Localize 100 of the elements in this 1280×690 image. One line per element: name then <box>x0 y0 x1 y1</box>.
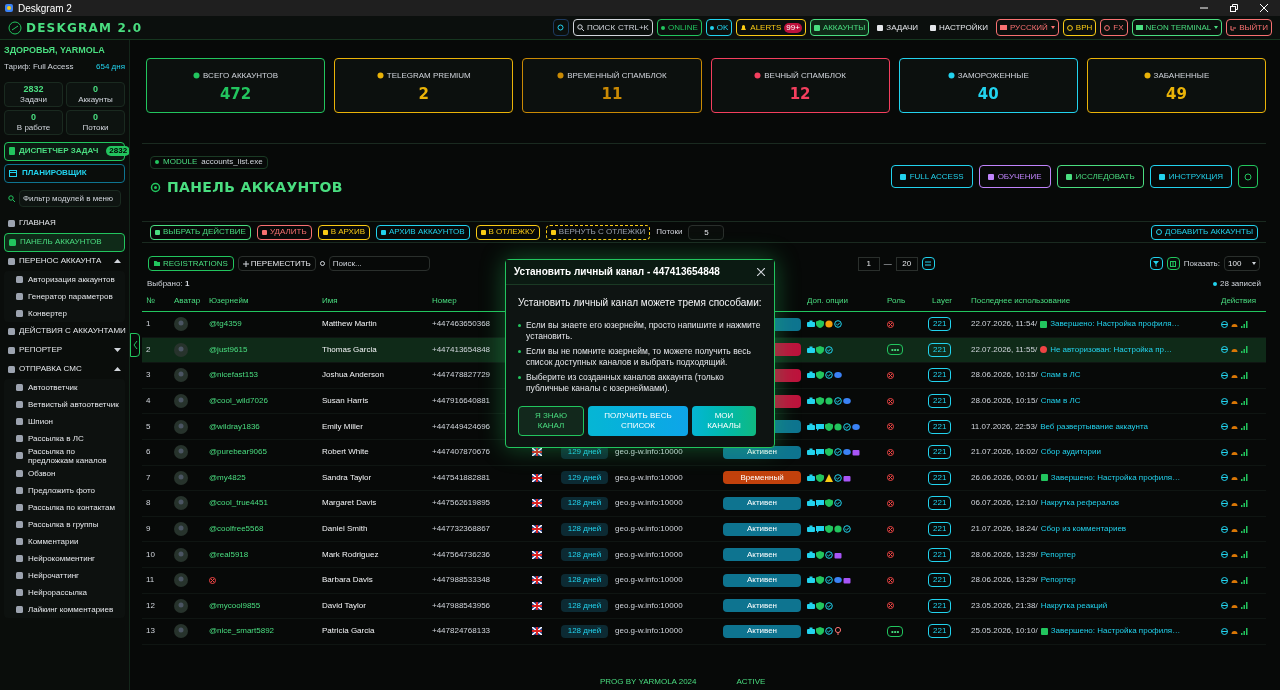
status-badge: Активен <box>723 548 801 562</box>
timestamp: 28.06.2026, 13:29/ <box>971 574 1038 587</box>
proxy-address: geo.g-w.info:10000 <box>614 523 684 536</box>
module-tag: MODULE <box>163 156 198 168</box>
row-number: 9 <box>145 523 152 536</box>
window-title: Deskgram 2 <box>18 1 73 16</box>
page-title: ПАНЕЛЬ АККАУНТОВ <box>167 177 343 197</box>
modal-title: Установить личный канал - 447413654848 <box>514 265 720 279</box>
role-badge: ••• <box>887 625 904 637</box>
phone-number: +447541882881 <box>432 471 491 484</box>
days-badge: 128 дней <box>561 522 608 536</box>
task-name: Сбор из комментариев <box>1040 523 1127 536</box>
row-number: 6 <box>145 446 152 459</box>
timestamp: 22.07.2026, 11:55/ <box>971 343 1038 356</box>
count-badge: 99+ <box>784 22 802 33</box>
count-badge: 2832 <box>106 146 129 156</box>
status-badge: Активен <box>723 522 801 536</box>
timestamp: 26.06.2026, 00:01/ <box>971 471 1038 484</box>
stat-label: ВЕЧНЫЙ СПАМБЛОК <box>764 69 846 82</box>
days-badge: 129 дней <box>561 471 608 485</box>
phone-number: +447407870676 <box>432 446 491 459</box>
phone-number: +447564736236 <box>432 548 491 561</box>
account-name: Thomas Garcia <box>321 343 378 356</box>
range-separator: — <box>883 257 892 270</box>
row-number: 3 <box>145 369 152 382</box>
account-name: Emily Miller <box>321 420 364 433</box>
status-badge: Активен <box>723 624 801 638</box>
layer-badge: 221 <box>928 470 952 485</box>
stat-label: В работе <box>16 123 51 132</box>
timestamp: 21.07.2026, 18:24/ <box>971 523 1038 536</box>
row-number: 10 <box>145 548 156 561</box>
threads-label: Потоки <box>656 226 683 238</box>
row-number: 13 <box>145 625 156 638</box>
phone-number: +447988543956 <box>432 599 491 612</box>
phone-number: +447824768133 <box>432 625 491 638</box>
days-badge: 128 дней <box>561 624 608 638</box>
account-name: Mark Rodriguez <box>321 548 380 561</box>
layer-badge: 221 <box>928 445 952 460</box>
module-file: accounts_list.exe <box>201 156 263 168</box>
status-badge: Активен <box>723 599 801 613</box>
stat-value: 0 <box>93 84 98 94</box>
app-logo: DESKGRAM 2.0 <box>26 19 143 37</box>
account-name: Margaret Davis <box>321 497 378 510</box>
task-name: Завершено: Настройка профиля… <box>1050 471 1181 484</box>
stat-value: 0 <box>93 112 98 122</box>
proxy-address: geo.g-w.info:10000 <box>614 471 684 484</box>
account-name: Matthew Martin <box>321 318 378 331</box>
account-name: Susan Harris <box>321 395 370 408</box>
task-name: Репортер <box>1040 548 1076 561</box>
modal-intro: Установить личный канал можете тремя способами: <box>518 295 762 310</box>
row-number: 7 <box>145 471 152 484</box>
stat-label: Потоки <box>82 123 109 132</box>
stat-value: 0 <box>31 112 36 122</box>
days-badge: 128 дней <box>561 599 608 613</box>
stat-value: 2 <box>418 86 429 102</box>
role-badge: ••• <box>887 344 904 356</box>
task-name: Спам в ЛС <box>1040 395 1081 408</box>
proxy-address: geo.g-w.info:10000 <box>614 548 684 561</box>
layer-badge: 221 <box>928 547 952 562</box>
timestamp: 21.07.2026, 16:02/ <box>971 446 1038 459</box>
stat-value: 49 <box>1166 86 1187 102</box>
status-pill: ONLINE <box>656 19 702 36</box>
account-name: Sandra Taylor <box>321 471 373 484</box>
stat-label: Аккаунты <box>78 95 113 104</box>
proxy-address: geo.g-w.info:10000 <box>614 574 684 587</box>
timestamp: 22.07.2026, 11:54/ <box>971 318 1038 331</box>
proxy-address: geo.g-w.info:10000 <box>614 497 684 510</box>
layer-badge: 221 <box>928 573 952 588</box>
days-badge: 128 дней <box>561 548 608 562</box>
row-number: 12 <box>145 599 156 612</box>
stat-label: Задачи <box>20 95 47 104</box>
phone-number: +447413654848 <box>432 343 491 356</box>
phone-number: +447562619895 <box>432 497 491 510</box>
task-name: Репортер <box>1040 574 1076 587</box>
phone-number: +447988533348 <box>432 574 491 587</box>
plan-label: Тариф: Full Access <box>4 60 74 73</box>
stat-value: 40 <box>977 86 999 102</box>
status-badge: Активен <box>723 496 801 510</box>
greeting: ЗДОРОВЬЯ, YARMOLA <box>4 44 106 57</box>
stat-label: ВРЕМЕННЫЙ СПАМБЛОК <box>567 69 667 82</box>
account-name: Barbara Davis <box>321 574 374 587</box>
account-name: Joshua Anderson <box>321 369 385 382</box>
timestamp: 28.06.2026, 13:29/ <box>971 548 1038 561</box>
proxy-address: geo.g-w.info:10000 <box>614 446 684 459</box>
layer-badge: 221 <box>928 624 952 639</box>
account-name: Robert White <box>321 446 370 459</box>
task-name: Накрутка рефералов <box>1040 497 1120 510</box>
timestamp: 28.06.2026, 10:15/ <box>971 395 1038 408</box>
records-count: 28 записей <box>1220 277 1261 290</box>
phone-number: +447478827729 <box>432 369 491 382</box>
days-badge: 128 дней <box>561 496 608 510</box>
shortcut-hint: CTRL+K <box>618 21 649 34</box>
show-label: Показать: <box>1183 257 1220 270</box>
account-name: Daniel Smith <box>321 523 369 536</box>
days-badge: 128 дней <box>561 573 608 587</box>
layer-badge: 221 <box>928 368 952 383</box>
timestamp: 28.06.2026, 10:15/ <box>971 369 1038 382</box>
status-badge: Временный <box>723 471 801 485</box>
timestamp: 25.05.2026, 10:10/ <box>971 625 1038 638</box>
phone-number: +447449424696 <box>432 420 491 433</box>
